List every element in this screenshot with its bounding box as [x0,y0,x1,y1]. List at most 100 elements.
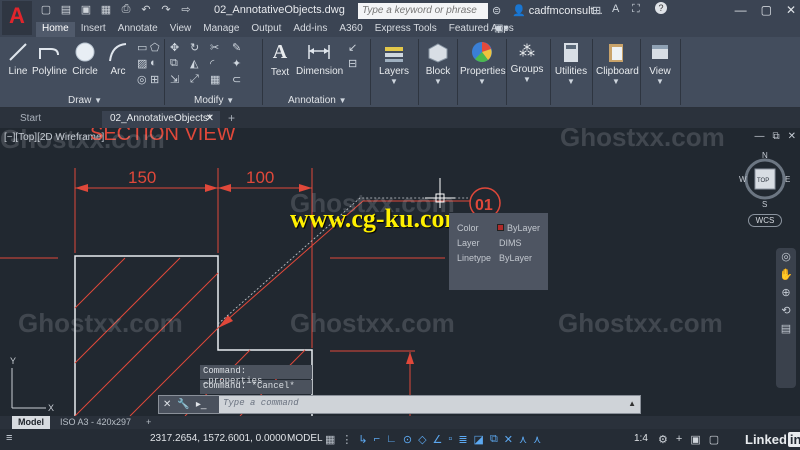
new-tab-button[interactable]: + [222,111,241,128]
close-icon[interactable]: ✕ [163,399,171,410]
view-button[interactable]: View ▼ [644,41,676,86]
tab-output[interactable]: Output [245,22,287,37]
polar-icon[interactable]: ⊙ [403,433,412,446]
text-tool[interactable]: A Text [268,41,292,78]
mirror-icon[interactable]: ◭ [190,57,198,70]
auto-scale-icon[interactable]: ⋏ [519,433,527,446]
isodraft-icon[interactable]: ◇ [418,433,426,446]
minimize-icon[interactable]: — [735,3,747,17]
grid-layout-icon[interactable]: ≡ [6,432,12,444]
tab-a360[interactable]: A360 [333,22,368,37]
utilities-button[interactable]: Utilities ▼ [554,41,588,86]
close-icon[interactable]: ✕ [786,3,796,17]
file-tab-start[interactable]: Start [12,111,49,128]
plus-icon[interactable]: + [676,433,682,446]
autodesk-a360-icon[interactable]: A [612,3,619,15]
erase-icon[interactable]: ✎ [232,41,241,54]
hatch-icon[interactable]: ▨ [137,57,147,70]
command-line[interactable]: ✕ 🔧 ▸_ Type a command ▲ [158,395,641,414]
draw-panel-title[interactable]: Draw ▼ [68,95,102,106]
infer-icon[interactable]: ↳ [358,433,367,446]
tab-view[interactable]: View [164,22,198,37]
groups-button[interactable]: ⁂ Groups ▼ [510,41,544,84]
dynamic-input-icon[interactable]: ⌐ [374,433,380,446]
viewcube[interactable]: TOP N S E W [739,151,790,209]
explode-icon[interactable]: ✦ [232,57,241,70]
scale-icon[interactable]: ⤢ [190,73,199,86]
viewcube-top-face[interactable]: TOP [757,178,769,184]
cart-icon[interactable]: ⊞ [592,4,601,17]
binoculars-icon[interactable]: ⊜ [492,4,501,17]
command-prompt-icon[interactable]: ▸_ [196,399,207,410]
selection-cycling-icon[interactable]: ⧉ [490,433,498,446]
array-icon[interactable]: ▦ [210,73,220,86]
zoom-icon[interactable]: ⊕ [776,284,796,302]
object-snap-tracking-icon[interactable]: ∠ [433,433,443,446]
command-input[interactable]: Type a command [223,398,299,408]
orbit-icon[interactable]: ⟲ [776,302,796,320]
lineweight-icon[interactable]: ≣ [458,433,467,446]
clipboard-button[interactable]: Clipboard ▼ [596,41,639,86]
user-account[interactable]: 👤 cadfmconsult... [512,4,603,17]
rotate-icon[interactable]: ↻ [190,41,199,54]
cursor-coordinates[interactable]: 2317.2654, 1572.6001, 0.0000 [150,433,286,444]
redo-icon[interactable]: ↷ [160,3,172,16]
dimension-tool[interactable]: Dimension [296,41,343,77]
stretch-icon[interactable]: ⇲ [170,73,179,86]
search-input[interactable]: Type a keyword or phrase [358,3,488,19]
save-icon[interactable]: ▣ [80,3,92,16]
tab-express-tools[interactable]: Express Tools [369,22,443,37]
workspace-gear-icon[interactable]: ⚙ [658,433,668,446]
leader-icon[interactable]: ↙ [348,41,357,54]
gradient-icon[interactable]: ◐ [150,57,157,69]
annotation-scale-value[interactable]: 1:4 [634,433,648,444]
fullscreen-icon[interactable]: ▢ [709,433,719,446]
model-space-button[interactable]: MODEL [287,433,323,444]
file-tab-annotative-objects[interactable]: 02_AnnotativeObjects* ✕ [102,111,220,128]
help-icon[interactable]: ? [655,2,667,14]
polyline-tool[interactable]: Polyline [32,41,67,77]
copy-icon[interactable]: ⧉ [170,57,178,70]
table-icon[interactable]: ⊞ [150,73,159,86]
table-annot-icon[interactable]: ⊟ [348,57,357,70]
modify-panel-title[interactable]: Modify ▼ [194,95,234,106]
object-snap-icon[interactable]: ▫ [448,433,452,446]
tab-model[interactable]: Model [12,416,50,429]
share-icon[interactable]: ⇨ [180,3,192,16]
tab-add-ins[interactable]: Add-ins [287,22,333,37]
drawing-canvas[interactable]: [−][Top][2D Wireframe] — ⧉ ✕ SECTION VIE… [0,128,800,416]
tab-home[interactable]: Home [36,22,75,37]
pan-icon[interactable]: ✋ [776,266,796,284]
hardware-acceleration-icon[interactable]: ▣ [690,433,700,446]
ortho-icon[interactable]: ∟ [386,433,397,446]
rectangle-icon[interactable]: ▭ [137,41,147,54]
save-as-icon[interactable]: ▦ [100,3,112,16]
wcs-menu[interactable]: WCS [748,214,782,227]
tab-manage[interactable]: Manage [197,22,245,37]
trim-icon[interactable]: ✂ [210,41,219,54]
steering-wheel-icon[interactable]: ◎ [776,248,796,266]
tab-layout-iso-a3[interactable]: ISO A3 - 420x297 [54,416,137,429]
showmotion-icon[interactable]: ▤ [776,320,796,338]
block-button[interactable]: Block ▼ [422,41,454,86]
chevron-up-icon[interactable]: ▲ [628,399,636,408]
wrench-icon[interactable]: 🔧 [177,399,189,410]
arc-tool[interactable]: Arc [104,41,132,77]
print-icon[interactable]: ⎙ [120,3,132,16]
ribbon-toggle-icon[interactable]: ▣▾ [494,23,508,34]
new-file-icon[interactable]: ▢ [40,3,52,16]
undo-icon[interactable]: ↶ [140,3,152,16]
grid-icon[interactable]: ▦ [325,433,335,446]
open-folder-icon[interactable]: ▤ [60,3,72,16]
snap-icon[interactable]: ⋮ [341,433,352,446]
annotation-visibility-icon[interactable]: ✕ [504,433,513,446]
boundary-icon[interactable]: ◎ [137,73,147,86]
fillet-icon[interactable]: ◜ [210,57,214,70]
layers-button[interactable]: Layers ▼ [376,41,412,86]
close-icon[interactable]: ✕ [206,113,214,124]
line-tool[interactable]: Line [6,41,30,77]
exchange-icon[interactable]: ⛶ [632,3,640,16]
tab-annotate[interactable]: Annotate [112,22,164,37]
add-layout-button[interactable]: + [140,416,157,429]
application-menu-button[interactable]: A [2,1,32,35]
